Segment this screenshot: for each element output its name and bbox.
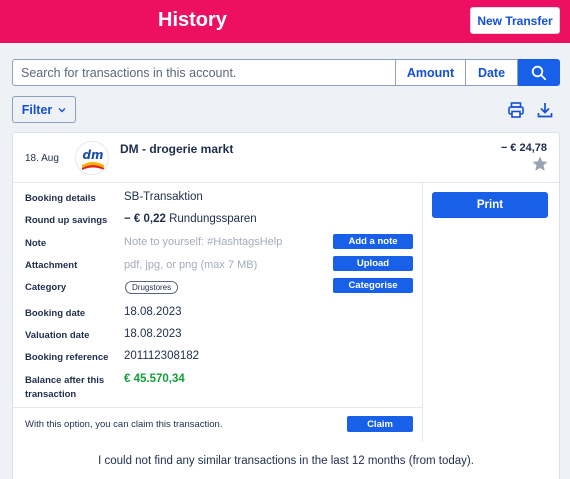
- add-note-button[interactable]: Add a note: [333, 234, 413, 249]
- note-label: Note: [25, 238, 47, 249]
- attachment-input[interactable]: pdf, jpg, or png (max 7 MB): [124, 259, 257, 271]
- transaction-date: 18. Aug: [25, 153, 59, 164]
- star-icon[interactable]: [531, 155, 549, 173]
- svg-text:dm: dm: [82, 148, 103, 162]
- note-input[interactable]: Note to yourself: #HashtagsHelp: [124, 236, 282, 248]
- transaction-card: 18. Aug dm DM - drogerie markt − € 24,78…: [12, 132, 560, 479]
- new-transfer-button[interactable]: New Transfer: [470, 7, 560, 34]
- category-tag: Drugstores: [125, 281, 179, 294]
- filter-label: Filter: [21, 102, 53, 117]
- page-title: History: [158, 9, 227, 31]
- search-input[interactable]: Search for transactions in this account.: [12, 59, 396, 86]
- category-label: Category: [25, 282, 67, 293]
- booking-reference-value: 201112308182: [124, 350, 200, 362]
- valuation-date-value: 18.08.2023: [124, 328, 182, 340]
- filter-dropdown[interactable]: Filter: [12, 96, 76, 123]
- valuation-date-label: Valuation date: [25, 330, 90, 341]
- date-filter-button[interactable]: Date: [466, 59, 518, 86]
- search-button[interactable]: [518, 59, 560, 86]
- balance-value: € 45.570,34: [124, 373, 185, 385]
- booking-date-label: Booking date: [25, 308, 86, 319]
- attachment-label: Attachment: [25, 260, 78, 271]
- card-divider: [13, 182, 559, 183]
- merchant-name: DM - drogerie markt: [120, 142, 234, 156]
- balance-label-line2: transaction: [25, 389, 77, 400]
- print-icon[interactable]: [507, 101, 525, 119]
- booking-reference-label: Booking reference: [25, 352, 109, 363]
- download-icon[interactable]: [536, 101, 554, 119]
- booking-date-value: 18.08.2023: [124, 306, 182, 318]
- column-divider: [422, 182, 423, 442]
- categorise-button[interactable]: Categorise: [333, 278, 413, 293]
- round-up-value: − € 0,22 Rundungssparen: [124, 213, 257, 225]
- print-button[interactable]: Print: [432, 192, 548, 218]
- round-up-amount: − € 0,22: [124, 213, 166, 225]
- claim-divider: [13, 407, 422, 408]
- round-up-label: Round up savings: [25, 215, 108, 226]
- balance-label-line1: Balance after this: [25, 375, 105, 386]
- booking-details-label: Booking details: [25, 193, 96, 204]
- claim-text: With this option, you can claim this tra…: [25, 419, 223, 430]
- round-up-text: Rundungssparen: [169, 213, 257, 225]
- booking-details-value: SB-Transaktion: [124, 191, 203, 203]
- app-header: History New Transfer: [0, 0, 570, 43]
- amount-filter-button[interactable]: Amount: [396, 59, 466, 86]
- search-icon: [531, 65, 546, 80]
- claim-button[interactable]: Claim: [347, 416, 413, 432]
- chevron-down-icon: [58, 107, 66, 112]
- upload-button[interactable]: Upload: [333, 256, 413, 271]
- merchant-logo: dm: [75, 141, 109, 175]
- similar-transactions-text: I could not find any similar transaction…: [98, 455, 474, 467]
- search-bar: Search for transactions in this account.…: [12, 59, 560, 86]
- transaction-amount: − € 24,78: [500, 142, 547, 154]
